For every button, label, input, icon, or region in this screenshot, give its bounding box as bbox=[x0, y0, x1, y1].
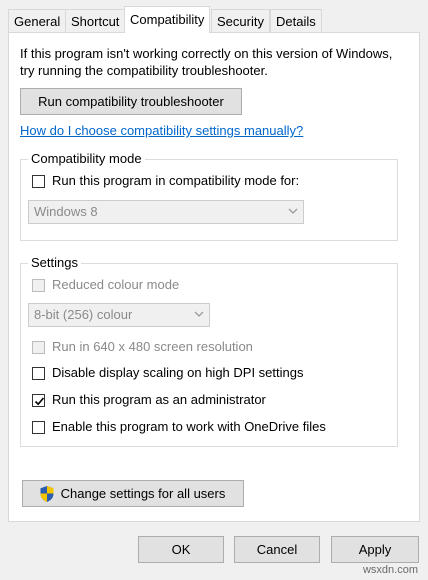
run-as-admin-label[interactable]: Run this program as an administrator bbox=[52, 392, 266, 407]
run-troubleshooter-button[interactable]: Run compatibility troubleshooter bbox=[20, 88, 242, 115]
tab-details[interactable]: Details bbox=[270, 9, 322, 32]
change-settings-label: Change settings for all users bbox=[60, 486, 226, 501]
colour-depth-select[interactable]: 8-bit (256) colour bbox=[28, 303, 210, 327]
onedrive-checkbox[interactable] bbox=[32, 421, 45, 434]
run-as-admin-checkbox[interactable] bbox=[32, 394, 45, 407]
chevron-down-icon bbox=[288, 208, 298, 214]
intro-line-2: try running the compatibility troublesho… bbox=[20, 63, 268, 78]
uac-shield-icon bbox=[40, 486, 54, 502]
manual-settings-link[interactable]: How do I choose compatibility settings m… bbox=[20, 123, 303, 138]
checkmark-icon bbox=[34, 397, 45, 406]
dpi-scaling-checkbox[interactable] bbox=[32, 367, 45, 380]
watermark: wsxdn.com bbox=[362, 564, 418, 576]
tab-shortcut[interactable]: Shortcut bbox=[65, 9, 126, 32]
compat-mode-label[interactable]: Run this program in compatibility mode f… bbox=[52, 173, 299, 188]
tab-general[interactable]: General bbox=[8, 9, 67, 32]
os-version-select[interactable]: Windows 8 bbox=[28, 200, 304, 224]
dpi-scaling-label[interactable]: Disable display scaling on high DPI sett… bbox=[52, 365, 303, 380]
onedrive-label[interactable]: Enable this program to work with OneDriv… bbox=[52, 419, 326, 434]
cancel-button[interactable]: Cancel bbox=[234, 536, 320, 563]
os-version-value: Windows 8 bbox=[34, 204, 98, 219]
change-settings-all-users-button[interactable]: Change settings for all users bbox=[22, 480, 244, 507]
colour-depth-value: 8-bit (256) colour bbox=[34, 307, 133, 322]
intro-line-1: If this program isn't working correctly … bbox=[20, 46, 393, 61]
compat-mode-checkbox[interactable] bbox=[32, 175, 45, 188]
compat-mode-legend: Compatibility mode bbox=[28, 151, 145, 166]
reduced-colour-checkbox[interactable] bbox=[32, 279, 45, 292]
resolution-640-label: Run in 640 x 480 screen resolution bbox=[52, 339, 253, 354]
chevron-down-icon bbox=[194, 311, 204, 317]
apply-button[interactable]: Apply bbox=[331, 536, 419, 563]
tab-security[interactable]: Security bbox=[211, 9, 270, 32]
tab-compatibility[interactable]: Compatibility bbox=[124, 6, 211, 33]
resolution-640-checkbox[interactable] bbox=[32, 341, 45, 354]
reduced-colour-label: Reduced colour mode bbox=[52, 277, 180, 292]
settings-legend: Settings bbox=[28, 255, 81, 270]
ok-button[interactable]: OK bbox=[138, 536, 224, 563]
compatibility-panel: If this program isn't working correctly … bbox=[8, 32, 420, 522]
